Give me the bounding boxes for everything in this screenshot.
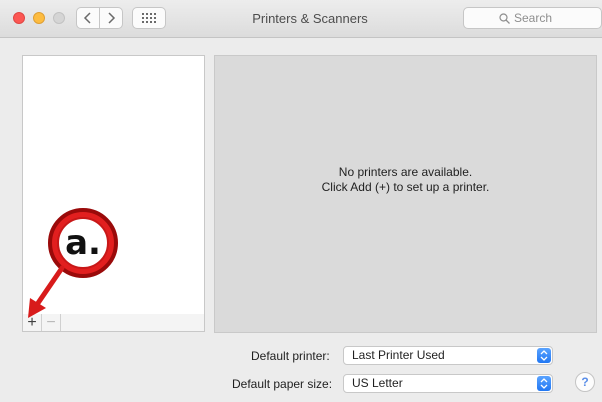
window-title: Printers & Scanners — [252, 11, 368, 26]
zoom-button[interactable] — [53, 12, 65, 24]
paper-size-value: US Letter — [352, 376, 403, 390]
title-bar: Printers & Scanners — [0, 0, 602, 38]
default-printer-label: Default printer: — [251, 349, 330, 363]
annotation-callout: a. — [48, 208, 118, 278]
search-field[interactable] — [463, 7, 602, 29]
forward-button[interactable] — [99, 7, 123, 29]
back-button[interactable] — [76, 7, 100, 29]
printer-list[interactable] — [22, 55, 205, 315]
add-printer-button[interactable]: + — [23, 314, 42, 331]
paper-size-label: Default paper size: — [232, 377, 333, 391]
annotation-label: a. — [57, 217, 109, 269]
updown-chevron-icon — [537, 348, 551, 363]
magnifier-icon — [499, 12, 510, 24]
printer-list-footer: + − — [22, 314, 205, 332]
updown-chevron-icon — [537, 376, 551, 391]
printer-detail-pane: No printers are available. Click Add (+)… — [214, 55, 597, 333]
help-button[interactable]: ? — [575, 372, 595, 392]
chevron-right-icon — [108, 12, 116, 24]
default-printer-value: Last Printer Used — [352, 348, 445, 362]
paper-size-popup[interactable]: US Letter — [343, 374, 553, 393]
close-button[interactable] — [13, 12, 25, 24]
empty-state-line-1: No printers are available. — [338, 165, 473, 179]
default-printer-popup[interactable]: Last Printer Used — [343, 346, 553, 365]
grid-icon — [142, 13, 156, 23]
remove-printer-button[interactable]: − — [42, 314, 61, 331]
show-all-button[interactable] — [132, 7, 166, 29]
minimize-button[interactable] — [33, 12, 45, 24]
search-input[interactable] — [514, 11, 566, 25]
empty-state-message: No printers are available. Click Add (+)… — [215, 165, 596, 195]
chevron-left-icon — [83, 12, 91, 24]
empty-state-line-2: Click Add (+) to set up a printer. — [321, 180, 490, 194]
